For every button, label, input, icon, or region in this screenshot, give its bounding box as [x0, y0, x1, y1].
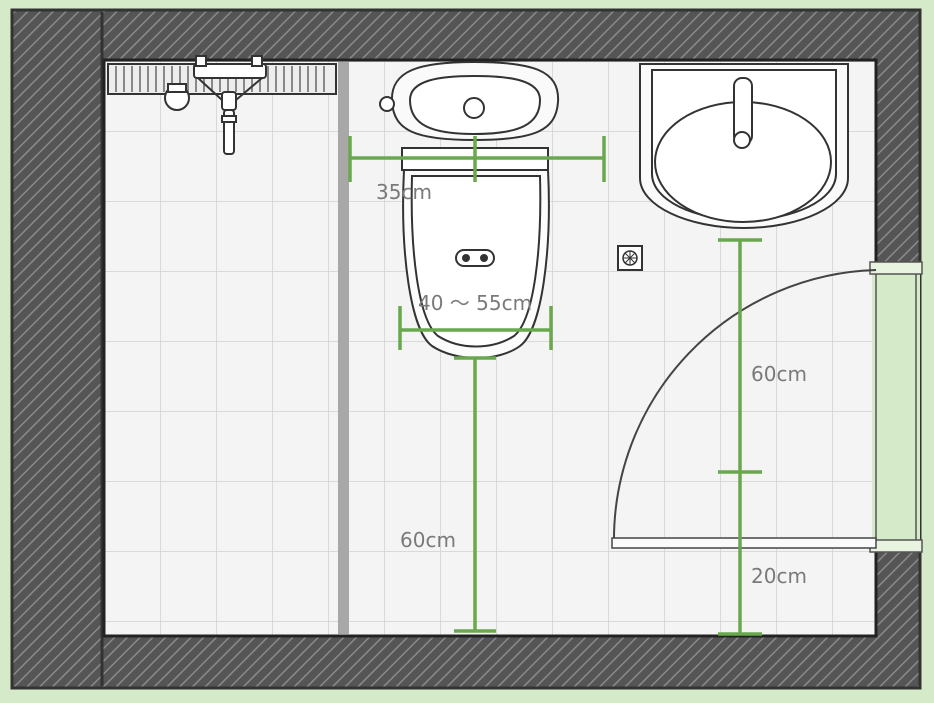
label-toilet-to-wall: 60cm — [400, 528, 456, 552]
floor-drain-icon — [617, 245, 643, 271]
label-toilet-seat-width: 40 ～ 55cm — [418, 291, 532, 315]
flush-button — [463, 97, 485, 119]
tank-knob — [379, 96, 395, 112]
door-leaf — [611, 537, 877, 549]
label-sink-clearance: 60cm — [751, 362, 807, 386]
toilet-handle — [455, 249, 495, 267]
door-opening — [869, 261, 923, 553]
door-jamb-bottom — [869, 539, 923, 553]
label-toilet-front-clearance: 35cm — [376, 180, 432, 204]
door-jamb-top — [869, 261, 923, 275]
shower-divider — [338, 62, 349, 634]
door-gap — [872, 270, 920, 550]
label-sink-to-wall: 20cm — [751, 564, 807, 588]
washbasin-icon — [639, 63, 849, 230]
bathroom-floor-plan: 35cm 40 ～ 55cm 60cm 60cm 20cm — [10, 8, 923, 690]
